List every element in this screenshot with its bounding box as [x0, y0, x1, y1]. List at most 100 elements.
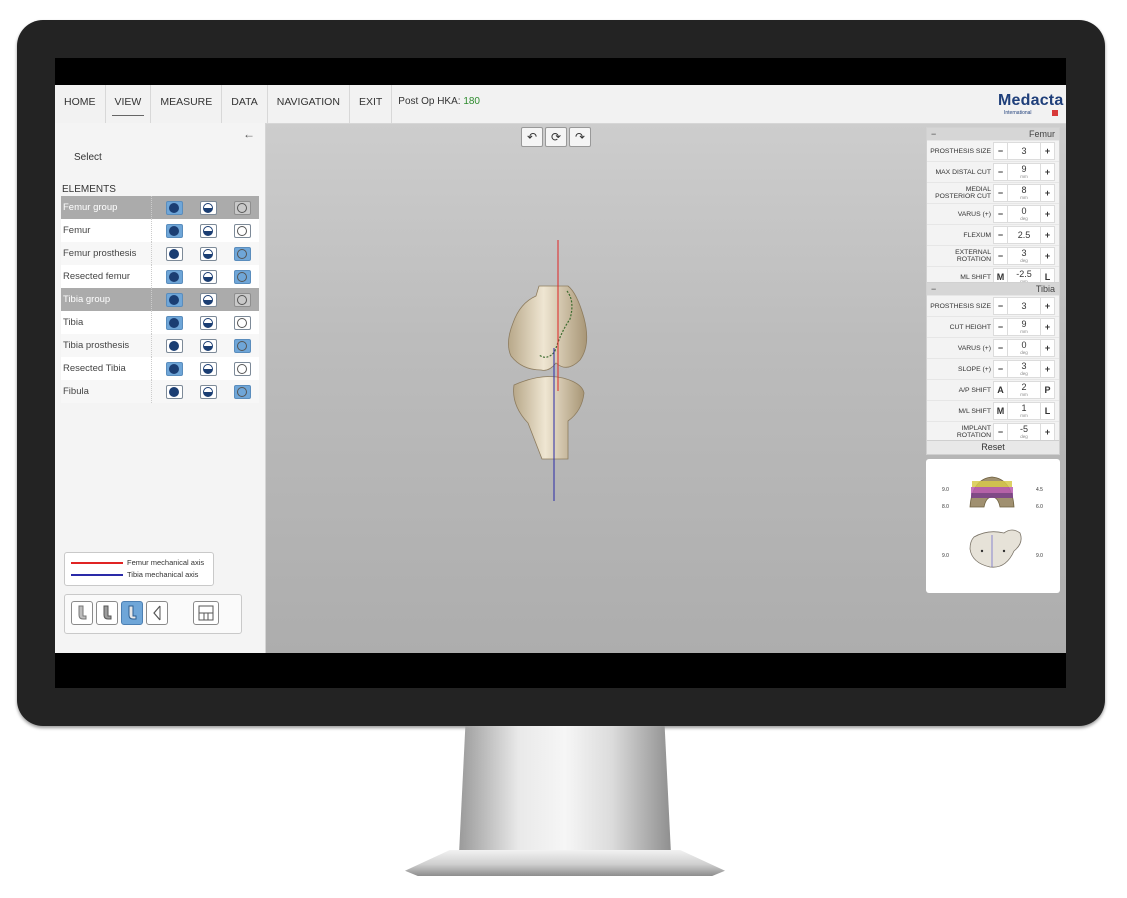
- increment-button[interactable]: +: [1040, 205, 1055, 223]
- layout-icon[interactable]: [193, 601, 219, 625]
- hidden-view-icon[interactable]: [233, 361, 251, 376]
- transparent-view-icon[interactable]: [199, 200, 217, 215]
- decrement-button[interactable]: −: [993, 423, 1008, 441]
- menu-item-home[interactable]: HOME: [55, 85, 106, 123]
- knee-model[interactable]: [266, 123, 923, 653]
- solid-view-icon[interactable]: [165, 200, 183, 215]
- decrement-button[interactable]: M: [993, 402, 1008, 420]
- decrement-button[interactable]: −: [993, 142, 1008, 160]
- parameter-value[interactable]: 0 deg: [1008, 205, 1040, 223]
- hidden-view-icon[interactable]: [233, 200, 251, 215]
- arrow-left-icon[interactable]: ←: [243, 127, 255, 141]
- decrement-button[interactable]: −: [993, 297, 1008, 315]
- element-row[interactable]: Fibula: [61, 380, 259, 403]
- parameter-value[interactable]: 1 mm: [1008, 402, 1040, 420]
- element-row[interactable]: Femur group: [61, 196, 259, 219]
- parameter-value[interactable]: 3: [1008, 297, 1040, 315]
- hidden-view-icon[interactable]: [233, 384, 251, 399]
- parameter-value[interactable]: 9 mm: [1008, 318, 1040, 336]
- axis-view-icon[interactable]: [146, 601, 168, 625]
- decrement-button[interactable]: −: [993, 247, 1008, 265]
- menu-item-view[interactable]: VIEW: [106, 85, 152, 123]
- collapse-icon[interactable]: −: [931, 129, 936, 139]
- toggle-dot: [203, 271, 213, 282]
- element-row[interactable]: Femur prosthesis: [61, 242, 259, 265]
- solid-view-icon[interactable]: [165, 246, 183, 261]
- increment-button[interactable]: +: [1040, 142, 1055, 160]
- collapse-icon[interactable]: −: [931, 284, 936, 294]
- hidden-view-icon[interactable]: [233, 246, 251, 261]
- increment-button[interactable]: +: [1040, 226, 1055, 244]
- decrement-button[interactable]: −: [993, 163, 1008, 181]
- reset-button[interactable]: Reset: [926, 440, 1060, 455]
- decrement-button[interactable]: −: [993, 318, 1008, 336]
- element-row[interactable]: Resected femur: [61, 265, 259, 288]
- solid-view-icon[interactable]: [165, 338, 183, 353]
- visibility-toggles: [151, 380, 259, 403]
- parameter-value[interactable]: 9 mm: [1008, 163, 1040, 181]
- element-row[interactable]: Femur: [61, 219, 259, 242]
- hidden-view-icon[interactable]: [233, 292, 251, 307]
- decrement-button[interactable]: −: [993, 226, 1008, 244]
- increment-button[interactable]: L: [1040, 402, 1055, 420]
- parameter-value[interactable]: 0 deg: [1008, 339, 1040, 357]
- increment-button[interactable]: +: [1040, 163, 1055, 181]
- femur-panel-header[interactable]: − Femur: [927, 128, 1059, 140]
- transparent-view-icon[interactable]: [199, 361, 217, 376]
- transparent-view-icon[interactable]: [199, 269, 217, 284]
- hidden-view-icon[interactable]: [233, 315, 251, 330]
- tibia-panel-header[interactable]: − Tibia: [927, 283, 1059, 295]
- femur-view-icon[interactable]: [71, 601, 93, 625]
- solid-view-icon[interactable]: [165, 292, 183, 307]
- menu-item-measure[interactable]: MEASURE: [151, 85, 223, 123]
- solid-view-icon[interactable]: [165, 361, 183, 376]
- hidden-view-icon[interactable]: [233, 338, 251, 353]
- parameter-value[interactable]: 8 mm: [1008, 184, 1040, 202]
- parameter-value[interactable]: 2 mm: [1008, 381, 1040, 399]
- decrement-button[interactable]: −: [993, 360, 1008, 378]
- solid-view-icon[interactable]: [165, 315, 183, 330]
- decrement-button[interactable]: −: [993, 205, 1008, 223]
- toggle-cell: [157, 288, 191, 311]
- increment-button[interactable]: +: [1040, 360, 1055, 378]
- menu-item-navigation[interactable]: NAVIGATION: [268, 85, 350, 123]
- increment-button[interactable]: P: [1040, 381, 1055, 399]
- element-row[interactable]: Tibia prosthesis: [61, 334, 259, 357]
- solid-view-icon[interactable]: [165, 384, 183, 399]
- increment-button[interactable]: +: [1040, 423, 1055, 441]
- parameter-value[interactable]: 3: [1008, 142, 1040, 160]
- transparent-view-icon[interactable]: [199, 292, 217, 307]
- element-row[interactable]: Tibia: [61, 311, 259, 334]
- hidden-view-icon[interactable]: [233, 223, 251, 238]
- decrement-button[interactable]: A: [993, 381, 1008, 399]
- transparent-view-icon[interactable]: [199, 246, 217, 261]
- 3d-viewport[interactable]: ↶ ⟳ ↷: [266, 123, 923, 653]
- transparent-view-icon[interactable]: [199, 223, 217, 238]
- parameter-value[interactable]: 3 deg: [1008, 247, 1040, 265]
- tibia-view-icon[interactable]: [96, 601, 118, 625]
- increment-button[interactable]: +: [1040, 318, 1055, 336]
- menu-item-exit[interactable]: EXIT: [350, 85, 393, 123]
- menu-item-data[interactable]: DATA: [222, 85, 268, 123]
- transparent-view-icon[interactable]: [199, 338, 217, 353]
- element-row[interactable]: Tibia group: [61, 288, 259, 311]
- parameter-value[interactable]: 2.5: [1008, 226, 1040, 244]
- transparent-view-icon[interactable]: [199, 315, 217, 330]
- increment-button[interactable]: +: [1040, 247, 1055, 265]
- transparent-view-icon[interactable]: [199, 384, 217, 399]
- knee-view-icon[interactable]: [121, 601, 143, 625]
- solid-view-icon[interactable]: [165, 223, 183, 238]
- tibia-panel-title: Tibia: [1035, 284, 1055, 294]
- parameter-value[interactable]: 3 deg: [1008, 360, 1040, 378]
- select-label[interactable]: Select: [74, 152, 102, 163]
- increment-button[interactable]: +: [1040, 339, 1055, 357]
- value-number: 1: [1021, 403, 1027, 413]
- decrement-button[interactable]: −: [993, 184, 1008, 202]
- hidden-view-icon[interactable]: [233, 269, 251, 284]
- increment-button[interactable]: +: [1040, 297, 1055, 315]
- decrement-button[interactable]: −: [993, 339, 1008, 357]
- element-row[interactable]: Resected Tibia: [61, 357, 259, 380]
- solid-view-icon[interactable]: [165, 269, 183, 284]
- parameter-value[interactable]: -5 deg: [1008, 423, 1040, 441]
- increment-button[interactable]: +: [1040, 184, 1055, 202]
